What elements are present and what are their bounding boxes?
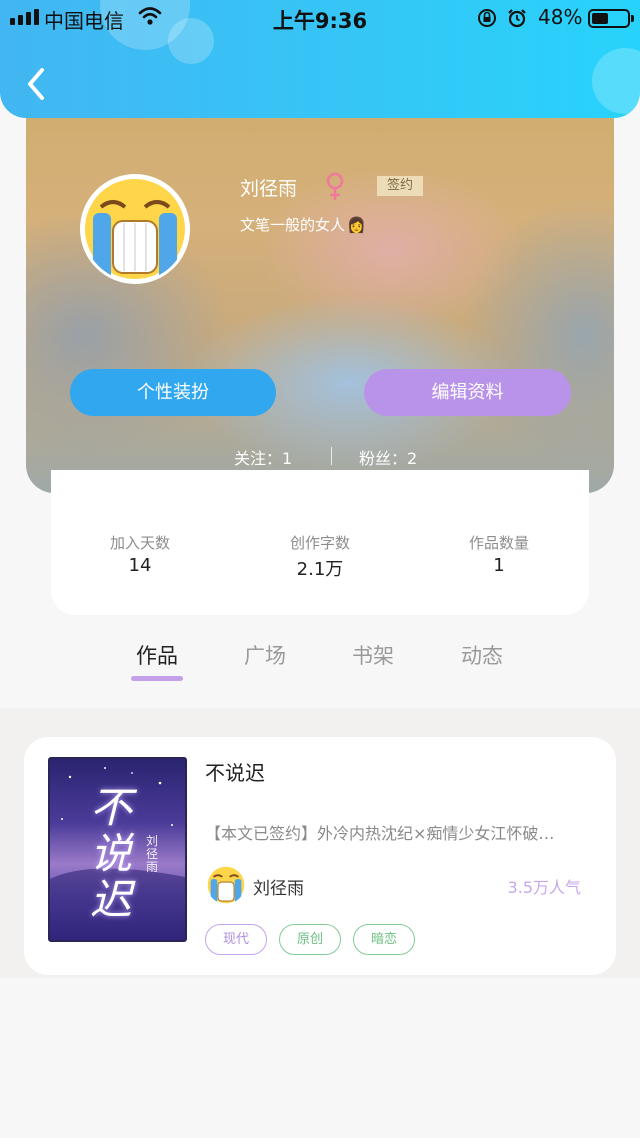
status-bar: 中国电信 上午9:36 48%: [0, 0, 640, 36]
decor-bubble: [592, 48, 640, 114]
stat-value: 2.1万: [296, 559, 344, 580]
profile-page: 中国电信 上午9:36 48% 刘径雨 签约 文笔一般的女人 👩 个性装扮 编辑…: [0, 0, 640, 1138]
rotation-lock-icon: [478, 9, 496, 27]
author-name[interactable]: 刘径雨: [253, 874, 304, 899]
signature-text: 文笔一般的女人: [240, 216, 346, 234]
stats-card: 加入天数 14 创作字数 2.1万 作品数量 1: [51, 470, 589, 615]
tab-active-indicator: [131, 676, 183, 681]
signature: 文笔一般的女人 👩: [240, 214, 366, 235]
author-avatar[interactable]: [205, 864, 247, 906]
stat-join-days: 加入天数 14: [60, 532, 220, 576]
stat-works-count: 作品数量 1: [419, 532, 579, 576]
username: 刘径雨: [240, 178, 298, 200]
following-count[interactable]: 关注：1: [234, 445, 292, 469]
battery-percent: 48%: [538, 5, 583, 29]
tab-bar: 作品 广场 书架 动态: [0, 640, 640, 690]
divider: [331, 447, 332, 465]
edit-profile-button[interactable]: 编辑资料: [364, 369, 571, 416]
book-title[interactable]: 不说迟: [205, 757, 265, 786]
crying-face-icon: [207, 866, 245, 904]
avatar[interactable]: [80, 174, 190, 284]
followers-count[interactable]: 粉丝：2: [359, 445, 417, 469]
tab-plaza[interactable]: 广场: [225, 640, 305, 670]
battery-icon: [588, 9, 634, 28]
signed-badge: 签约: [377, 176, 423, 196]
tab-label: 书架: [352, 644, 394, 668]
stat-value: 14: [128, 555, 152, 576]
woman-emoji-icon: 👩: [347, 215, 366, 234]
tab-label: 动态: [461, 644, 503, 668]
tab-activity[interactable]: 动态: [442, 640, 522, 670]
book-card[interactable]: 不说迟 刘径雨 不说迟 【本文已签约】外冷内热沈纪×痴情少女江怀破… 刘径雨 3…: [24, 737, 616, 975]
stat-label: 创作字数: [289, 534, 350, 552]
book-cover[interactable]: 不说迟 刘径雨: [48, 757, 187, 942]
tag-original[interactable]: 原创: [279, 924, 341, 955]
header-bar: 中国电信 上午9:36 48%: [0, 0, 640, 118]
stat-label: 加入天数: [109, 534, 170, 552]
tab-bookshelf[interactable]: 书架: [333, 640, 413, 670]
dress-up-button[interactable]: 个性装扮: [70, 369, 276, 416]
tag-secret-love[interactable]: 暗恋: [353, 924, 415, 955]
cover-author: 刘径雨: [146, 834, 159, 874]
crying-face-icon: [85, 179, 185, 281]
stat-label: 作品数量: [468, 534, 529, 552]
alarm-icon: [508, 9, 526, 28]
tag-modern[interactable]: 现代: [205, 924, 267, 955]
tab-label: 广场: [244, 644, 286, 668]
tab-works[interactable]: 作品: [117, 640, 197, 681]
back-arrow-icon[interactable]: [22, 64, 52, 104]
popularity-count: 3.5万人气: [507, 878, 581, 897]
book-description: 【本文已签约】外冷内热沈纪×痴情少女江怀破…: [205, 824, 555, 843]
cover-title: 不说迟: [90, 783, 133, 924]
stat-value: 1: [493, 555, 505, 576]
stat-word-count: 创作字数 2.1万: [240, 532, 400, 581]
female-icon: [326, 172, 344, 200]
profile-header-card: 刘径雨 签约 文笔一般的女人 👩 个性装扮 编辑资料 关注：1 粉丝：2: [26, 100, 614, 493]
tab-label: 作品: [136, 644, 178, 668]
